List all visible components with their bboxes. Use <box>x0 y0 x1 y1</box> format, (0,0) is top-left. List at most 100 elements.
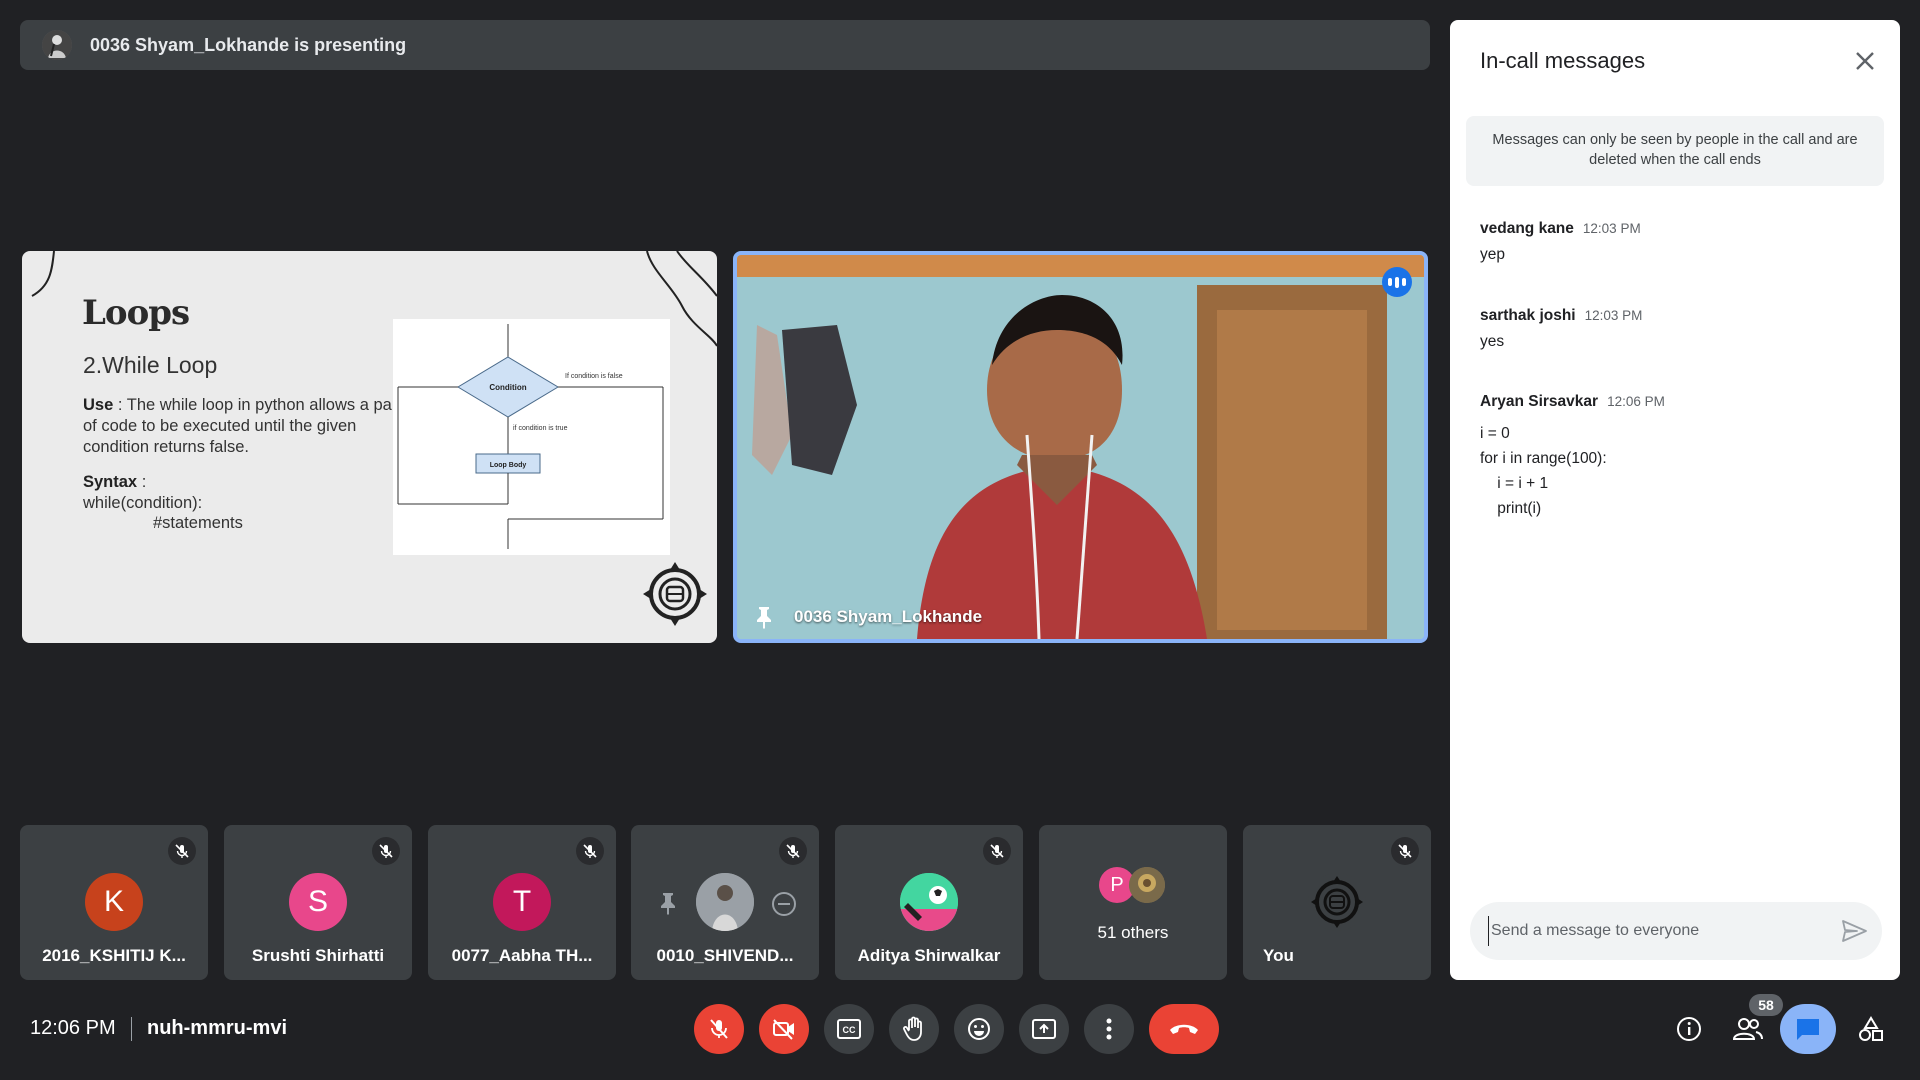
camera-toggle-button[interactable] <box>759 1004 809 1054</box>
syntax-line: while(condition): <box>83 494 203 512</box>
chat-button[interactable] <box>1780 1004 1836 1054</box>
chat-panel: In-call messages Messages can only be se… <box>1450 20 1900 980</box>
avatar <box>1308 873 1366 931</box>
mic-off-icon <box>1391 837 1419 865</box>
slide-use-text: Use : The while loop in python allows a … <box>83 395 403 458</box>
flow-loop-body: Loop Body <box>490 462 527 469</box>
message-time: 12:03 PM <box>1582 221 1641 236</box>
chat-title: In-call messages <box>1480 48 1646 73</box>
slide-subtitle: 2.While Loop <box>83 352 218 378</box>
pin-icon[interactable] <box>657 891 679 915</box>
message-time: 12:03 PM <box>1584 308 1643 323</box>
flow-true-label: if condition is true <box>513 425 568 432</box>
divider <box>131 1017 132 1041</box>
speaking-indicator-icon <box>1382 267 1412 297</box>
presenter-avatar <box>42 30 72 60</box>
message-sender: vedang kane <box>1480 220 1574 237</box>
chat-message: sarthak joshi 12:03 PM yes <box>1480 307 1642 350</box>
mic-off-icon <box>372 837 400 865</box>
message-text: yes <box>1480 333 1505 350</box>
clock: 12:06 PM <box>30 1017 116 1039</box>
flow-condition: Condition <box>489 383 526 392</box>
message-sender: sarthak joshi <box>1480 307 1576 324</box>
mic-off-icon <box>983 837 1011 865</box>
remove-icon[interactable] <box>771 891 797 917</box>
chat-message-input[interactable] <box>1488 916 1828 946</box>
participant-tile[interactable]: 0010_SHIVEND... <box>631 825 819 980</box>
presenter-name: 0036 Shyam_Lokhande <box>794 607 983 626</box>
college-logo-icon <box>643 562 707 626</box>
people-count-badge: 58 <box>1749 994 1783 1016</box>
chat-icon <box>1797 1019 1819 1040</box>
participant-tile[interactable]: S Srushti Shirhatti <box>224 825 412 980</box>
flow-false-label: If condition is false <box>565 373 623 380</box>
use-label: Use <box>83 396 114 414</box>
more-vert-icon <box>1106 1018 1112 1040</box>
chat-notice: Messages can only be seen by people in t… <box>1466 116 1884 186</box>
present-screen-button[interactable] <box>1019 1004 1069 1054</box>
participant-name: 0077_Aabha TH... <box>451 946 593 965</box>
while-loop-flowchart: Condition If condition is false if condi… <box>393 319 670 555</box>
camera-off-icon <box>773 1019 794 1040</box>
presenter-video-feed <box>737 255 1424 639</box>
hand-icon <box>903 1016 922 1041</box>
close-icon[interactable] <box>1848 44 1882 78</box>
participant-tile[interactable]: K 2016_KSHITIJ K... <box>20 825 208 980</box>
more-options-button[interactable] <box>1084 1004 1134 1054</box>
message-sender: Aryan Sirsavkar <box>1480 393 1599 410</box>
mic-off-icon <box>779 837 807 865</box>
captions-button[interactable]: CC <box>824 1004 874 1054</box>
chat-message: Aryan Sirsavkar 12:06 PM i = 0 for i in r… <box>1480 393 1665 521</box>
avatar <box>900 873 958 931</box>
mic-off-icon <box>168 837 196 865</box>
mic-off-icon <box>710 1019 728 1039</box>
message-text: yep <box>1480 246 1505 263</box>
presentation-slide[interactable]: Loops 2.While Loop Use : The while loop … <box>22 251 717 643</box>
participant-name: Aditya Shirwalkar <box>857 946 1001 965</box>
people-icon <box>1732 1018 1763 1040</box>
activities-button[interactable] <box>1850 1008 1892 1050</box>
emoji-icon <box>968 1018 990 1040</box>
avatar: T <box>493 873 551 931</box>
message-time: 12:06 PM <box>1607 394 1665 409</box>
participant-name: 0010_SHIVEND... <box>656 946 794 965</box>
emoji-button[interactable] <box>954 1004 1004 1054</box>
chat-message: vedang kane 12:03 PM yep <box>1480 220 1641 263</box>
participant-tile[interactable]: T 0077_Aabha TH... <box>428 825 616 980</box>
others-tile[interactable]: P 51 others <box>1039 825 1227 980</box>
avatar <box>1129 867 1165 903</box>
avatar: K <box>85 873 143 931</box>
presenting-banner: 0036 Shyam_Lokhande is presenting <box>20 20 1430 70</box>
message-text: i = 0 for i in range(100): i = i + 1 pri… <box>1480 425 1607 517</box>
participant-name: Srushti Shirhatti <box>251 946 385 965</box>
presenting-text: 0036 Shyam_Lokhande is presenting <box>90 34 407 55</box>
avatar <box>696 873 754 931</box>
others-count: 51 others <box>1097 923 1169 942</box>
present-screen-icon <box>1032 1019 1056 1039</box>
hang-up-icon <box>1170 1024 1198 1034</box>
slide-statement: #statements <box>153 514 243 532</box>
mic-off-icon <box>576 837 604 865</box>
captions-icon: CC <box>837 1019 861 1039</box>
chat-input-container <box>1470 902 1882 960</box>
participant-name: 2016_KSHITIJ K... <box>42 946 186 965</box>
self-tile[interactable]: You <box>1243 825 1431 980</box>
presenter-video-tile[interactable]: 0036 Shyam_Lokhande <box>733 251 1428 643</box>
syntax-label: Syntax <box>83 473 138 491</box>
info-icon <box>1677 1017 1701 1041</box>
participant-name: You <box>1263 946 1294 965</box>
participant-tile[interactable]: Aditya Shirwalkar <box>835 825 1023 980</box>
leave-call-button[interactable] <box>1149 1004 1219 1054</box>
slide-syntax: Syntax : while(condition): <box>83 472 202 514</box>
svg-text:CC: CC <box>843 1025 856 1035</box>
raise-hand-button[interactable] <box>889 1004 939 1054</box>
pin-icon[interactable] <box>753 605 775 629</box>
meeting-code: nuh-mmru-mvi <box>147 1017 287 1039</box>
mic-toggle-button[interactable] <box>694 1004 744 1054</box>
send-icon[interactable] <box>1840 917 1868 945</box>
use-description: : The while loop in python allows a part… <box>83 396 402 456</box>
avatar: S <box>289 873 347 931</box>
slide-title: Loops <box>82 293 190 333</box>
syntax-colon: : <box>137 473 147 491</box>
meeting-details-button[interactable] <box>1668 1008 1710 1050</box>
